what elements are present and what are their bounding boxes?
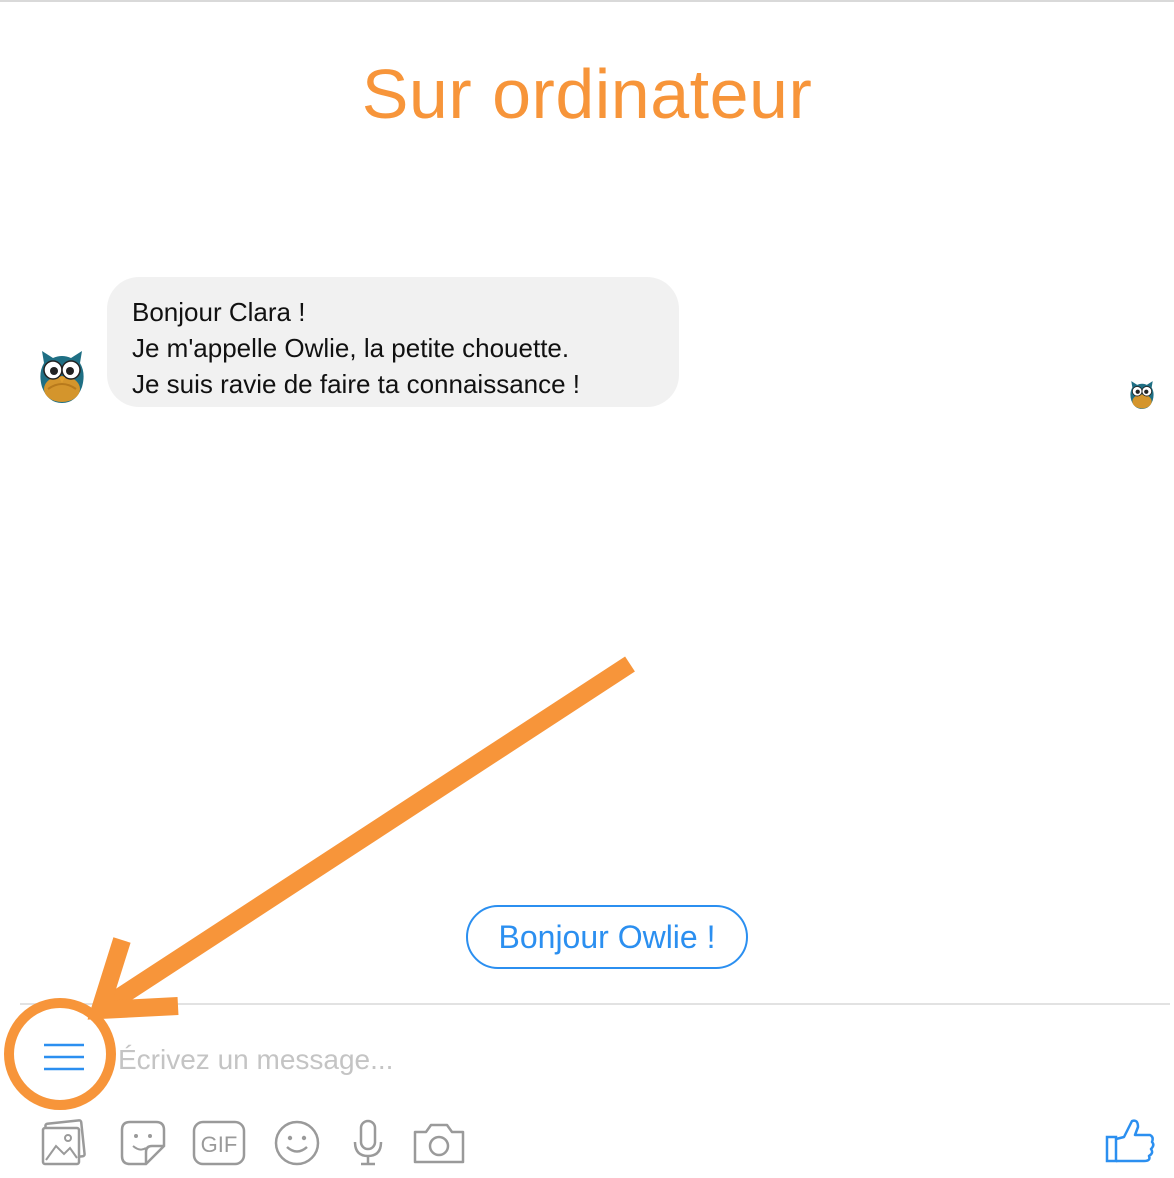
emoji-icon[interactable] xyxy=(272,1118,322,1168)
photo-icon[interactable] xyxy=(40,1118,90,1168)
gif-icon[interactable]: GIF xyxy=(192,1118,246,1168)
message-line: Je m'appelle Owlie, la petite chouette. xyxy=(132,333,570,363)
owl-avatar xyxy=(40,351,84,403)
message-line: Bonjour Clara ! xyxy=(132,297,306,327)
composer-divider xyxy=(20,1003,1170,1005)
annotation-arrow-head xyxy=(87,937,179,1020)
read-receipt-avatar xyxy=(1130,381,1154,409)
menu-icon[interactable] xyxy=(42,1042,86,1072)
tutorial-annotation xyxy=(4,656,635,1110)
message-input[interactable] xyxy=(112,1036,818,1084)
thumbs-up-icon[interactable] xyxy=(1104,1115,1156,1165)
microphone-icon[interactable] xyxy=(350,1118,386,1168)
quick-reply-button[interactable]: Bonjour Owlie ! xyxy=(466,905,748,969)
gif-label: GIF xyxy=(201,1132,238,1157)
top-divider xyxy=(0,0,1174,2)
camera-icon[interactable] xyxy=(412,1118,466,1168)
message-line: Je suis ravie de faire ta connaissance ! xyxy=(132,369,581,399)
message-bubble: Bonjour Clara ! Je m'appelle Owlie, la p… xyxy=(107,277,679,407)
sticker-icon[interactable] xyxy=(116,1118,168,1168)
page-title: Sur ordinateur xyxy=(361,55,813,133)
